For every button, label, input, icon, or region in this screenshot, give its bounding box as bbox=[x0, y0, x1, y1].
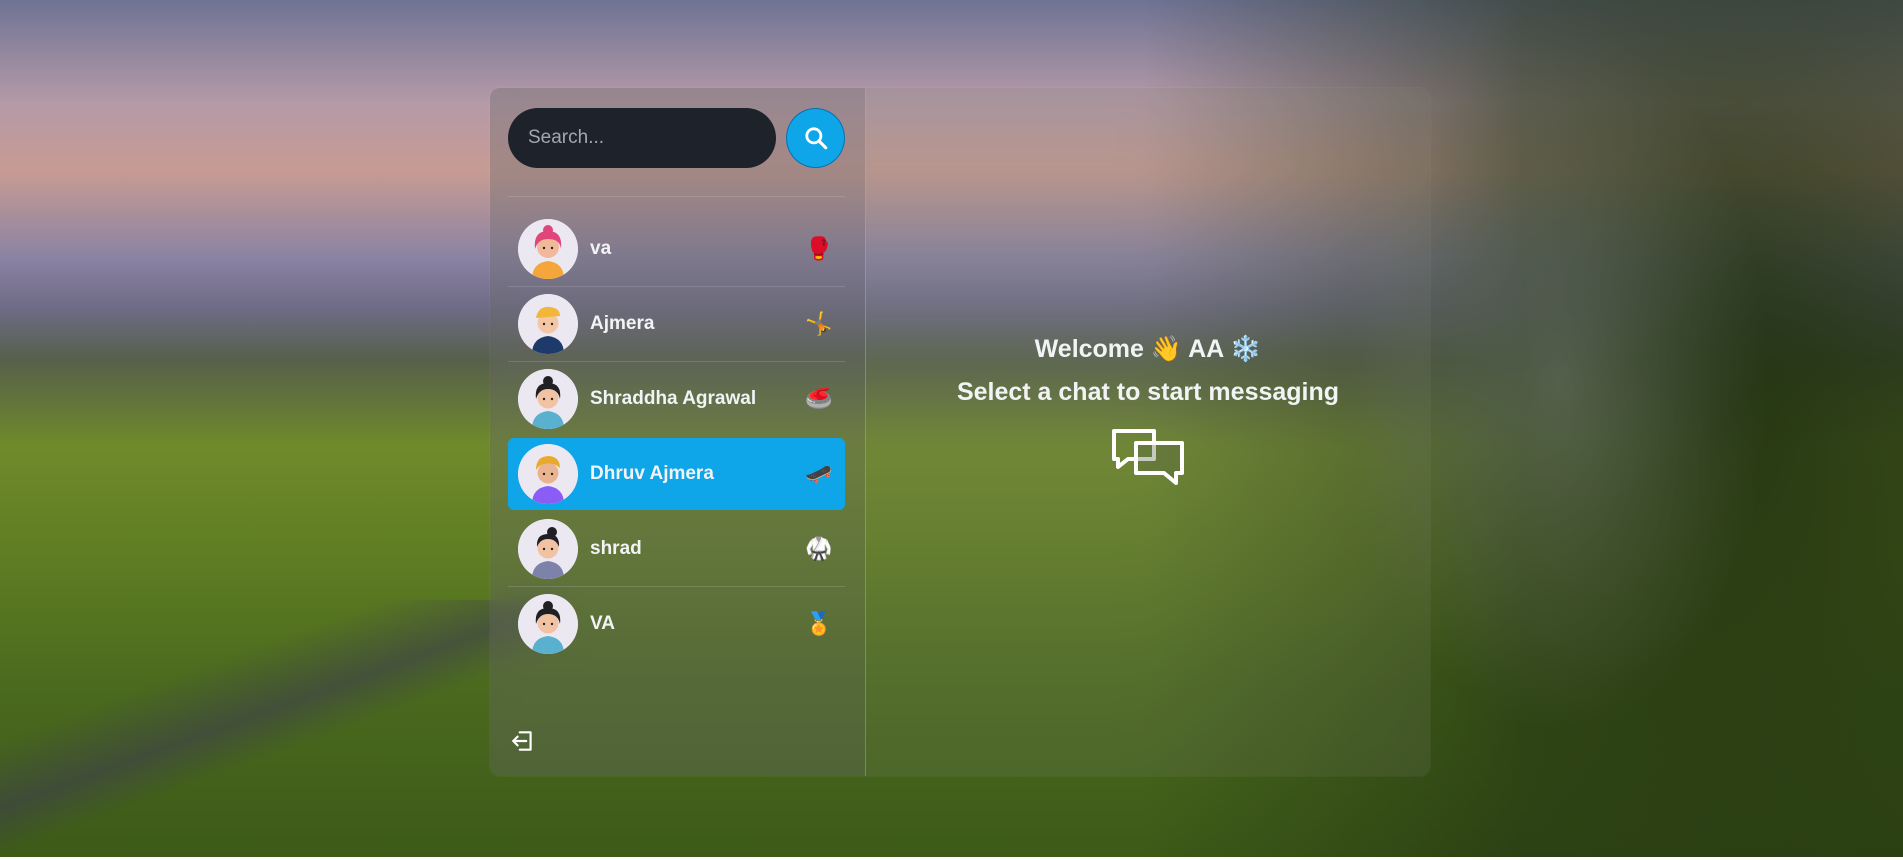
conversation-list: va 🥊 Ajmera 🤸 bbox=[508, 213, 845, 663]
conversation-name: va bbox=[590, 238, 805, 260]
welcome-user: AA bbox=[1188, 335, 1223, 363]
conversation-name: shrad bbox=[590, 538, 805, 560]
status-emoji: 🤸 bbox=[805, 312, 831, 337]
status-emoji: 🥋 bbox=[805, 537, 831, 562]
avatar bbox=[518, 444, 578, 504]
conversation-item[interactable]: Shraddha Agrawal 🥌 bbox=[508, 363, 845, 435]
conversation-item[interactable]: shrad 🥋 bbox=[508, 513, 845, 585]
conversation-name: VA bbox=[590, 613, 805, 635]
logout-button[interactable] bbox=[508, 726, 538, 756]
avatar bbox=[518, 294, 578, 354]
avatar bbox=[518, 594, 578, 654]
message-panel-empty-state: Welcome 👋 AA ❄️ Select a chat to start m… bbox=[866, 88, 1430, 776]
status-emoji: 🥌 bbox=[805, 387, 831, 412]
welcome-text: Welcome 👋 AA ❄️ bbox=[1035, 334, 1262, 364]
conversation-name: Shraddha Agrawal bbox=[590, 388, 805, 410]
conversation-item[interactable]: va 🥊 bbox=[508, 213, 845, 285]
welcome-prefix: Welcome bbox=[1035, 335, 1144, 363]
logout-icon bbox=[510, 728, 536, 754]
chat-app-window: va 🥊 Ajmera 🤸 bbox=[490, 88, 1430, 776]
avatar bbox=[518, 219, 578, 279]
status-emoji: 🏅 bbox=[805, 612, 831, 637]
search-icon bbox=[803, 125, 829, 151]
wallpaper-path bbox=[0, 600, 560, 860]
conversation-item-selected[interactable]: Dhruv Ajmera 🛹 bbox=[508, 438, 845, 510]
status-emoji: 🛹 bbox=[805, 462, 831, 487]
chat-bubbles-icon bbox=[1108, 425, 1188, 491]
conversation-item[interactable]: Ajmera 🤸 bbox=[508, 288, 845, 360]
sidebar: va 🥊 Ajmera 🤸 bbox=[490, 88, 866, 776]
conversation-name: Dhruv Ajmera bbox=[590, 463, 805, 485]
empty-state-subtitle: Select a chat to start messaging bbox=[957, 378, 1339, 407]
search-input[interactable] bbox=[508, 108, 776, 168]
search-button[interactable] bbox=[786, 108, 845, 168]
avatar bbox=[518, 369, 578, 429]
avatar bbox=[518, 519, 578, 579]
snowflake-emoji: ❄️ bbox=[1230, 334, 1261, 363]
conversation-item[interactable]: VA 🏅 bbox=[508, 588, 845, 660]
sidebar-divider bbox=[508, 196, 845, 197]
search-form bbox=[508, 108, 845, 168]
status-emoji: 🥊 bbox=[805, 237, 831, 262]
conversation-name: Ajmera bbox=[590, 313, 805, 335]
wave-emoji: 👋 bbox=[1151, 334, 1182, 363]
